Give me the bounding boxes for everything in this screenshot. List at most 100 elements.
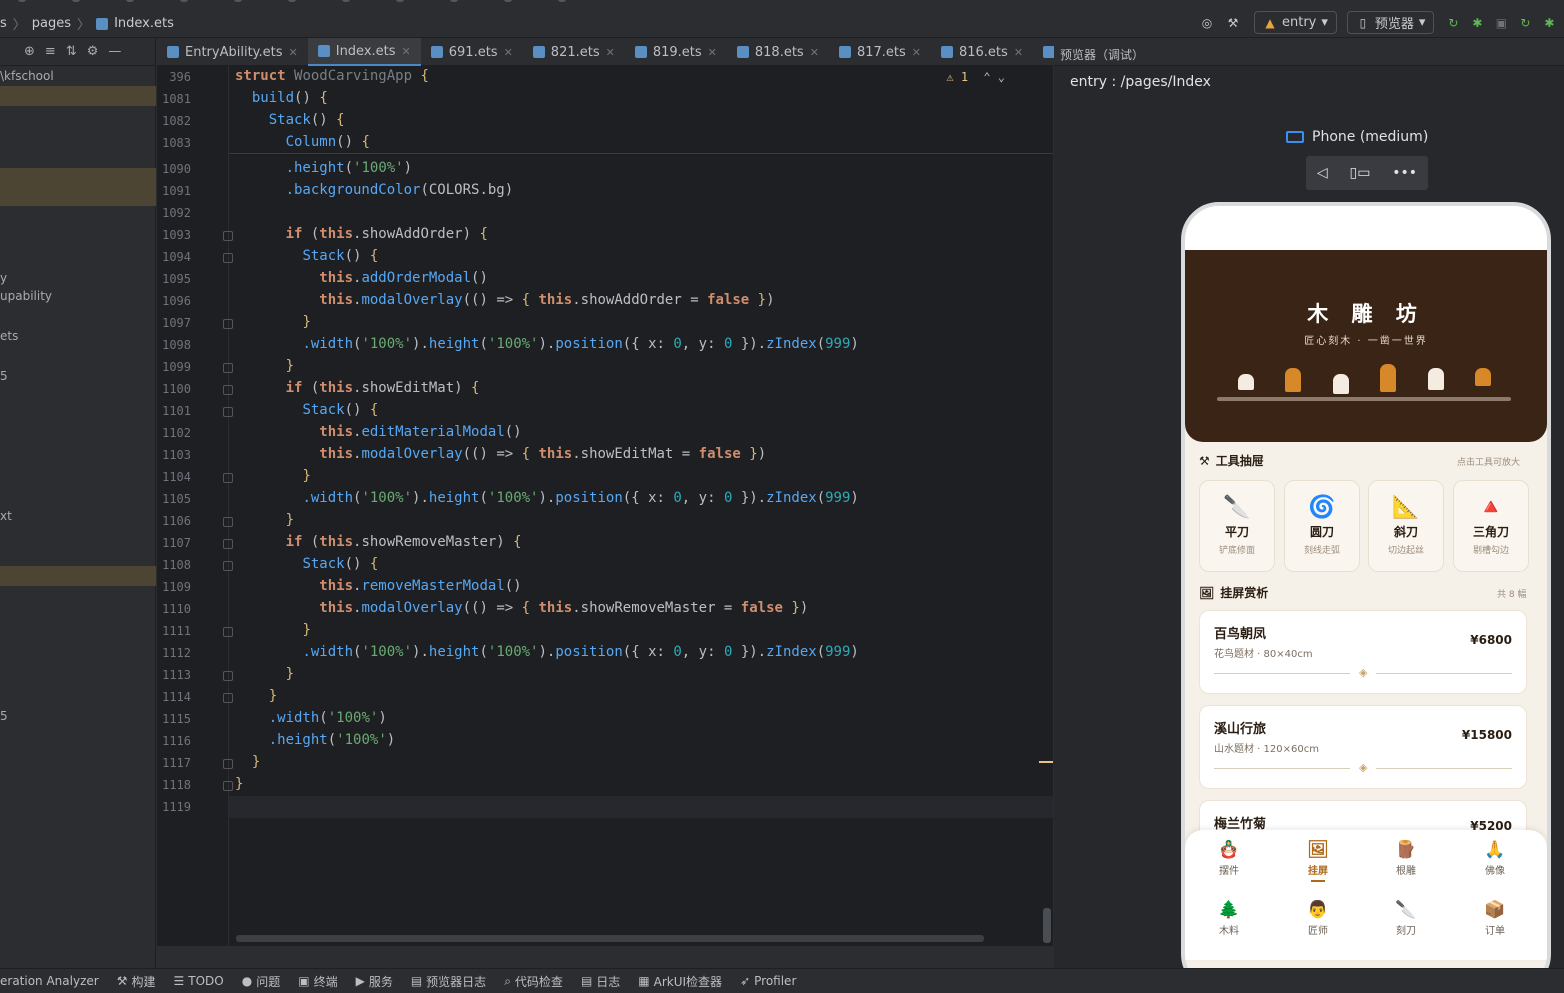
tree-item[interactable]: y [0,271,7,285]
nav-item-ornament[interactable]: 🪆 摆件 [1199,840,1259,877]
chevron-right-icon: 〉 [12,18,26,33]
locate-icon[interactable]: ⊕ [24,44,35,59]
previewer-select[interactable]: ▯ 预览器 ▾ [1346,11,1435,34]
close-icon[interactable]: ✕ [708,46,717,59]
breadcrumb-root[interactable]: s [0,16,7,31]
code-editor[interactable]: 1090 1091 1092 1093 1094 1095 1096 1097 1098 1099… [157,66,1053,946]
nav-item-screen[interactable]: 🖼 挂屏 [1288,840,1348,882]
code-line: .width('100%').height('100%').position({… [302,644,859,660]
tab-index[interactable]: Index.ets ✕ [307,38,421,66]
nav-item-knife[interactable]: 🔪 刻刀 [1376,900,1436,937]
minimize-icon[interactable]: — [108,44,121,59]
nav-item-timber[interactable]: 🌲 木料 [1199,900,1259,937]
tab-entryability[interactable]: EntryAbility.ets ✕ [157,38,308,66]
tree-item[interactable]: upability [0,289,52,303]
horizontal-scrollbar[interactable] [236,935,984,942]
tab-819[interactable]: 819.ets ✕ [625,38,727,66]
inspector-icon: ▦ [638,974,650,988]
tool-window-problems[interactable]: ● 问题 [242,973,281,990]
diamond-icon: ◈ [1359,761,1368,774]
work-card[interactable]: 百鸟朝凤 花鸟题材 · 80×40cm ¥6800 ◈ [1199,610,1527,694]
run-icon[interactable]: ↻ [1518,16,1532,30]
close-icon[interactable]: ✕ [810,46,819,59]
pray-icon: 🙏 [1484,840,1506,860]
nav-item-buddha[interactable]: 🙏 佛像 [1465,840,1525,877]
tool-card-skew[interactable]: 📐 斜刀 切边起丝 [1368,480,1444,572]
tab-691[interactable]: 691.ets ✕ [421,38,523,66]
app-title: 木 雕 坊 [1307,302,1425,326]
tool-window-code-check[interactable]: ⌕ 代码检查 [504,973,563,990]
tool-window-log[interactable]: ▤ 日志 [581,973,620,990]
tab-818[interactable]: 818.ets ✕ [727,38,829,66]
close-icon[interactable]: ✕ [402,45,411,58]
line-number: 1097 [162,316,191,330]
close-icon[interactable]: ✕ [504,46,513,59]
list-icon: ☰ [173,974,185,988]
fold-icon[interactable] [223,473,233,483]
tool-window-operation-analyzer[interactable]: eration Analyzer [0,974,99,988]
debug-icon[interactable]: ✱ [1470,16,1484,30]
tree-item[interactable]: 5 [0,709,8,723]
fold-icon[interactable] [223,627,233,637]
tool-card-triangle[interactable]: 🔺 三角刀 剔槽勾边 [1453,480,1529,572]
nav-item-order[interactable]: 📦 订单 [1465,900,1525,937]
fold-icon[interactable] [223,517,233,527]
vertical-scrollbar[interactable] [1043,908,1051,943]
collapse-icon[interactable]: ≡ [45,44,56,59]
fold-icon[interactable] [223,759,233,769]
fold-icon[interactable] [223,363,233,373]
tool-window-previewer-log[interactable]: ▤ 预览器日志 [411,973,486,990]
tab-817[interactable]: 817.ets ✕ [829,38,931,66]
nav-item-root[interactable]: 🪵 根雕 [1376,840,1436,877]
device-icon[interactable]: ▣ [1494,16,1508,30]
close-icon[interactable]: ✕ [606,46,615,59]
fold-icon[interactable] [223,407,233,417]
warning-indicator[interactable]: ⚠ 1 ⌃ ⌄ [946,70,1005,84]
rotate-icon[interactable]: ▯▭ [1350,165,1371,181]
fold-icon[interactable] [223,385,233,395]
tool-window-arkui-inspector[interactable]: ▦ ArkUI检查器 [638,973,722,990]
refresh-icon[interactable]: ↻ [1446,16,1460,30]
close-icon[interactable]: ✕ [912,46,921,59]
fold-icon[interactable] [223,319,233,329]
tab-816[interactable]: 816.ets ✕ [931,38,1033,66]
tree-item[interactable]: 5 [0,369,8,383]
gear-icon[interactable]: ⚙ [87,44,99,59]
expand-icon[interactable]: ⇅ [66,44,77,59]
breadcrumb-pages[interactable]: pages [32,16,71,31]
tool-card-flat[interactable]: 🔪 平刀 铲底修面 [1199,480,1275,572]
window-controls [0,0,620,3]
fold-icon[interactable] [223,231,233,241]
work-card[interactable]: 溪山行旅 山水题材 · 120×60cm ¥15800 ◈ [1199,705,1527,789]
close-icon[interactable]: ✕ [1014,46,1023,59]
tool-window-profiler[interactable]: ➶ Profiler [740,974,796,988]
tree-item[interactable]: ets [0,329,18,343]
tab-821[interactable]: 821.ets ✕ [523,38,625,66]
hero-banner: 木 雕 坊 匠心刻木 · 一凿一世界 [1185,250,1547,442]
more-icon[interactable]: ••• [1392,165,1417,181]
tool-card-round[interactable]: 🌀 圆刀 刻线走弧 [1284,480,1360,572]
tree-item[interactable]: xt [0,509,12,523]
fold-icon[interactable] [223,693,233,703]
fold-icon[interactable] [223,561,233,571]
tool-window-todo[interactable]: ☰ TODO [173,974,223,988]
close-icon[interactable]: ✕ [289,46,298,59]
line-number: 1103 [162,448,191,462]
entry-select[interactable]: ▲ entry ▾ [1254,11,1337,34]
fold-icon[interactable] [223,671,233,681]
settings-icon[interactable]: ✱ [1542,16,1556,30]
breadcrumb-file[interactable]: Index.ets [114,16,174,31]
line-number: 1092 [162,206,191,220]
back-icon[interactable]: ◁ [1317,165,1328,181]
target-icon[interactable]: ◎ [1200,16,1214,30]
hammer-icon[interactable]: ⚒ [1226,16,1240,30]
tool-window-services[interactable]: ▶ 服务 [356,973,393,990]
code-line: } [302,314,311,330]
fold-icon[interactable] [223,539,233,549]
fold-icon[interactable] [223,253,233,263]
tool-window-terminal[interactable]: ▣ 终端 [298,973,337,990]
tree-item[interactable]: \kfschool [0,69,54,83]
tool-window-build[interactable]: ⚒ 构建 [117,973,156,990]
fold-icon[interactable] [223,781,233,791]
nav-item-master[interactable]: 👨 匠师 [1288,900,1348,937]
